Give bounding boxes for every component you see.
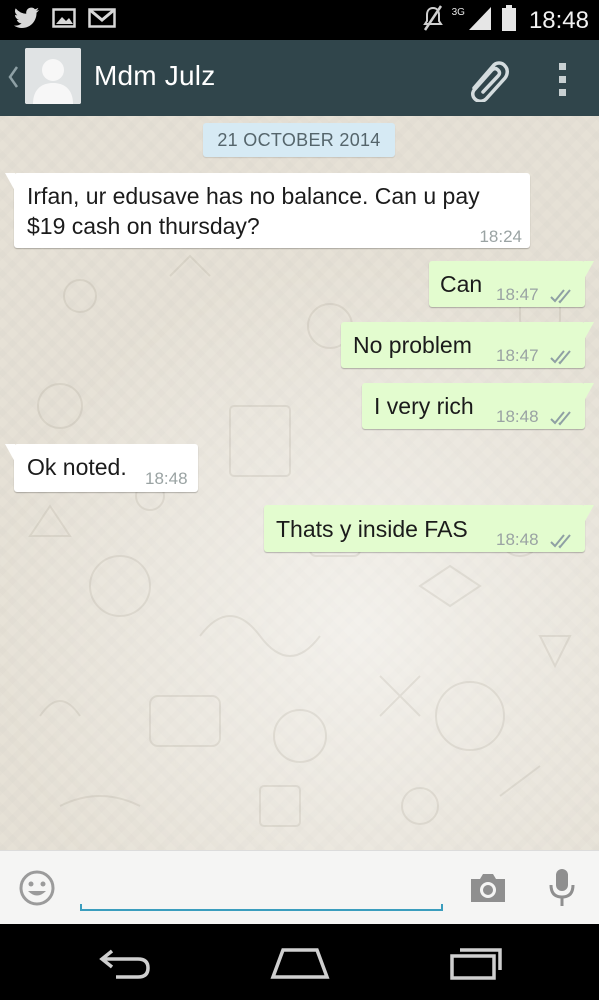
date-divider: 21 OCTOBER 2014 xyxy=(203,123,395,157)
message-input[interactable] xyxy=(80,861,443,911)
paperclip-icon xyxy=(471,61,509,103)
overflow-dot xyxy=(558,88,566,96)
contact-name[interactable]: Mdm Julz xyxy=(94,60,215,92)
message-time: 18:24 xyxy=(479,227,522,246)
read-receipt-icon xyxy=(550,403,576,433)
nav-home-button[interactable] xyxy=(265,942,335,984)
message-time: 18:47 xyxy=(496,346,539,365)
message-bubble-incoming[interactable]: Irfan, ur edusave has no balance. Can u … xyxy=(5,173,530,248)
back-chevron-icon[interactable] xyxy=(6,64,20,95)
message-input-underline xyxy=(80,904,443,911)
message-bubble-outgoing[interactable]: I very rich 18:48 xyxy=(362,383,594,429)
back-icon xyxy=(99,949,150,979)
overflow-dot xyxy=(558,62,566,70)
message-time: 18:48 xyxy=(145,469,188,488)
message-text-line: Irfan, ur edusave has no balance. Can u … xyxy=(27,183,480,209)
default-avatar-icon xyxy=(25,48,81,104)
system-nav-bar xyxy=(0,924,599,1000)
battery-icon xyxy=(501,4,517,37)
gallery-icon xyxy=(52,7,76,34)
status-bar: 3G 18:48 xyxy=(0,0,599,40)
message-time: 18:47 xyxy=(496,285,539,304)
overflow-menu-button[interactable] xyxy=(545,56,579,102)
chat-header: Mdm Julz xyxy=(0,40,599,116)
message-text: I very rich xyxy=(374,393,474,419)
voice-record-button[interactable] xyxy=(545,867,579,909)
message-bubble-outgoing[interactable]: No problem 18:47 xyxy=(341,322,594,368)
bubble-tail xyxy=(5,444,15,462)
read-receipt-icon xyxy=(550,526,576,556)
message-bubble-outgoing[interactable]: Thats y inside FAS 18:48 xyxy=(264,505,594,552)
nav-back-button[interactable] xyxy=(90,942,160,984)
microphone-icon xyxy=(549,869,575,906)
nav-recents-button[interactable] xyxy=(440,942,510,984)
message-time: 18:48 xyxy=(496,407,539,426)
message-text: Ok noted. xyxy=(27,454,127,480)
bubble-tail xyxy=(584,261,594,279)
chat-area[interactable]: 21 OCTOBER 2014 Irfan, ur edusave has no… xyxy=(0,116,599,850)
home-icon xyxy=(270,948,330,979)
attach-button[interactable] xyxy=(462,54,512,103)
message-text-line: $19 cash on thursday? xyxy=(27,213,260,239)
message-text: No problem xyxy=(353,332,472,358)
status-time: 18:48 xyxy=(528,6,589,34)
message-bubble-outgoing[interactable]: Can 18:47 xyxy=(429,261,594,307)
message-bubble-incoming[interactable]: Ok noted. 18:48 xyxy=(5,444,198,492)
mute-icon xyxy=(422,4,444,37)
read-receipt-icon xyxy=(550,281,576,311)
message-time: 18:48 xyxy=(496,530,539,549)
message-text: Thats y inside FAS xyxy=(276,516,468,542)
gmail-icon xyxy=(88,7,116,34)
signal-icon xyxy=(467,5,493,36)
network-type-label: 3G xyxy=(451,7,465,18)
emoji-button[interactable] xyxy=(18,869,56,907)
compose-bar xyxy=(0,850,599,925)
camera-button[interactable] xyxy=(468,871,508,905)
emoji-icon xyxy=(19,870,55,906)
avatar[interactable] xyxy=(25,48,81,104)
message-text: Can xyxy=(440,271,483,297)
twitter-icon xyxy=(14,7,40,34)
bubble-tail xyxy=(584,383,594,401)
camera-icon xyxy=(471,874,505,902)
overflow-dot xyxy=(558,75,566,83)
bubble-tail xyxy=(5,173,15,191)
bubble-tail xyxy=(584,322,594,340)
recents-icon xyxy=(450,948,502,980)
read-receipt-icon xyxy=(550,342,576,372)
bubble-tail xyxy=(584,505,594,523)
